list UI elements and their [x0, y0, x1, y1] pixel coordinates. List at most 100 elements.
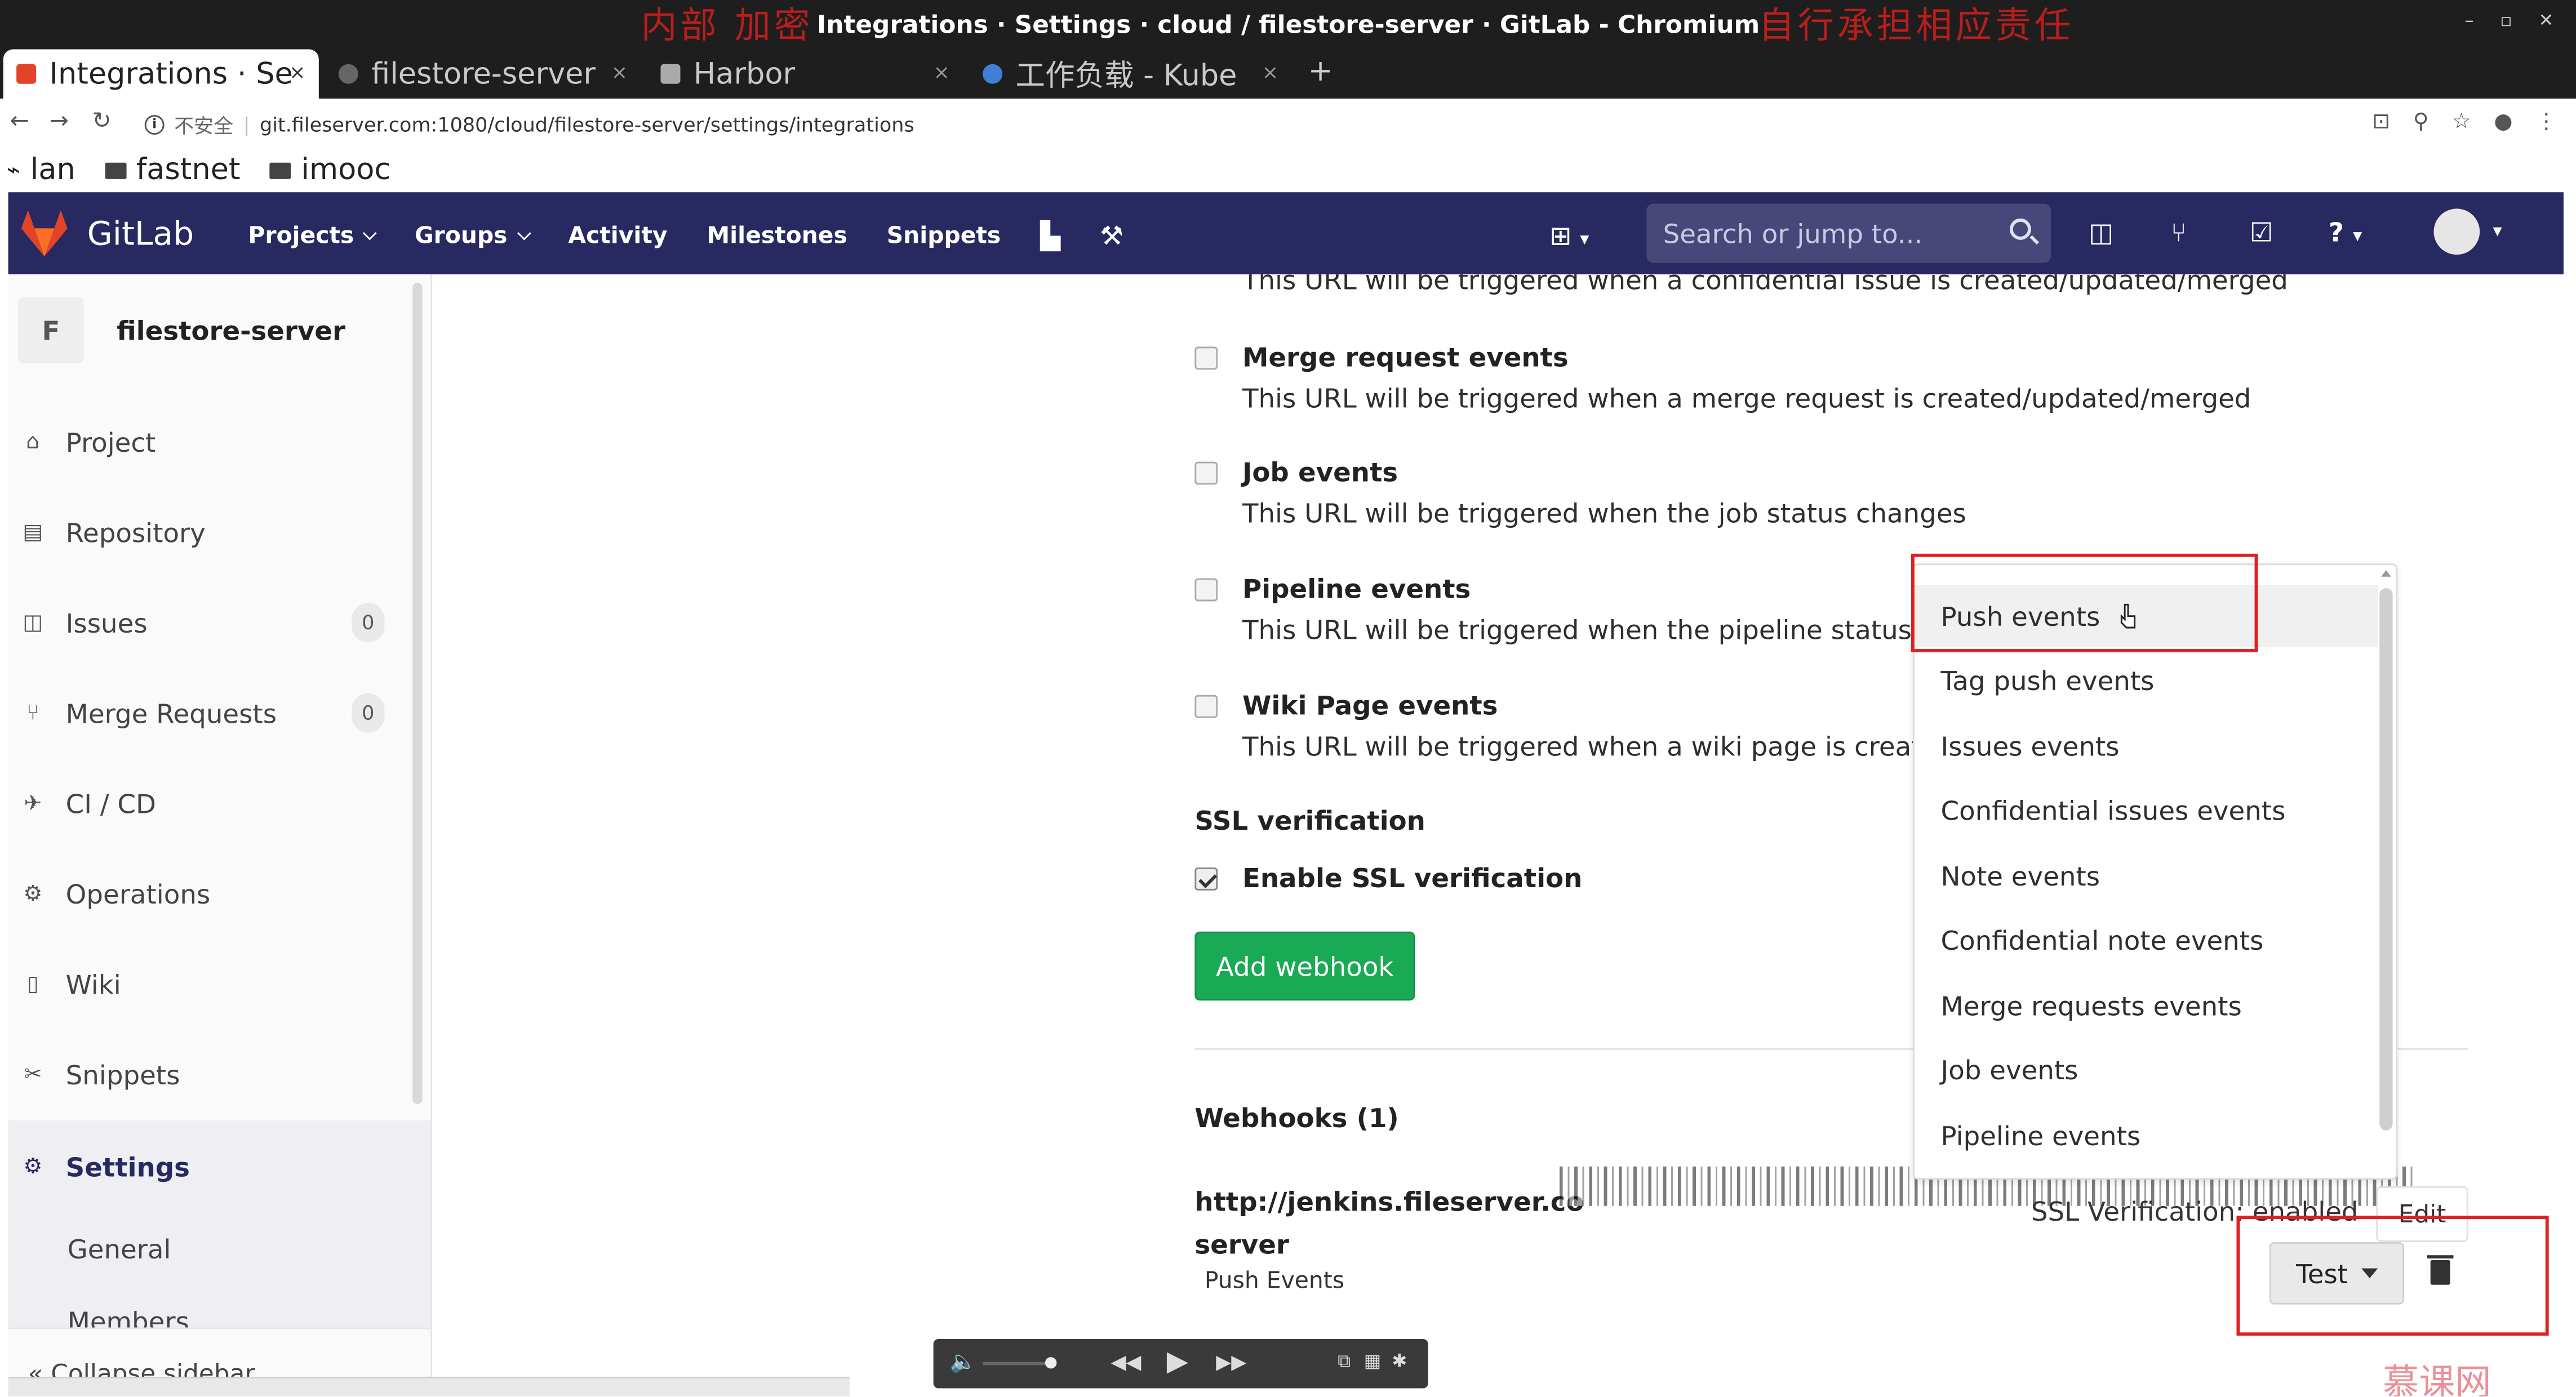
translate-icon[interactable]: ⊡ [2372, 110, 2390, 135]
add-webhook-button[interactable]: Add webhook [1194, 931, 1415, 1001]
close-tab-icon[interactable]: × [933, 61, 949, 84]
bookmark-imooc[interactable]: imooc [270, 153, 390, 187]
dropdown-item-confidential-note-events[interactable]: Confidential note events [1915, 909, 2378, 971]
event-checkbox[interactable] [1194, 461, 1218, 485]
search-input[interactable]: Search or jump to... [1646, 203, 2051, 263]
tab-harbor[interactable]: Harbor × [647, 49, 963, 98]
url-text[interactable]: git.fileserver.com:1080/cloud/filestore-… [260, 113, 914, 136]
tab-integrations[interactable]: Integrations · Se × [3, 49, 319, 99]
gitlab-brand[interactable]: GitLab [87, 213, 194, 253]
highlight-box-test [2236, 1216, 2549, 1336]
ssl-checkbox[interactable] [1194, 867, 1218, 891]
nav-groups[interactable]: Groups [415, 220, 531, 251]
help-dropdown[interactable]: ? ▾ [2329, 217, 2362, 248]
event-title[interactable]: Wiki Page events [1242, 690, 1498, 721]
volume-icon[interactable]: 🔈 [950, 1350, 976, 1375]
dropdown-item-job-events[interactable]: Job events [1915, 1038, 2378, 1101]
site-info-icon[interactable]: i [144, 115, 165, 135]
gitlab-header: GitLab Projects Groups Activity Mileston… [8, 192, 2564, 275]
bookmark-star-icon[interactable]: ☆ [2452, 110, 2471, 135]
event-title[interactable]: Merge request events [1242, 342, 1569, 373]
gitlab-favicon-icon [16, 64, 37, 84]
ssl-label[interactable]: Enable SSL verification [1242, 862, 1582, 893]
volume-knob[interactable] [1045, 1357, 1057, 1369]
dropdown-item-issues-events[interactable]: Issues events [1915, 715, 2378, 777]
sidebar-scrollbar[interactable] [412, 282, 423, 1104]
forward-icon[interactable]: → [49, 108, 68, 135]
pip-icon[interactable]: ⧉ [1338, 1350, 1351, 1373]
bookmark-fastnet[interactable]: fastnet [105, 153, 241, 187]
new-tab-button[interactable]: + [1308, 54, 1333, 88]
sidebar-item-label: Wiki [65, 968, 121, 1000]
nav-milestones[interactable]: Milestones [707, 220, 847, 251]
event-checkbox[interactable] [1194, 695, 1218, 718]
help-icon: ? [2328, 216, 2344, 248]
sidebar-item-issues[interactable]: ◫ Issues 0 [20, 603, 398, 643]
nav-activity[interactable]: Activity [568, 220, 667, 251]
tab-kubernetes[interactable]: 工作负载 - Kube × [970, 49, 1292, 98]
issues-icon[interactable]: ◫ [2089, 217, 2113, 248]
sidebar-item-wiki[interactable]: ▯ Wiki [20, 964, 398, 1004]
bookmark-lan[interactable]: ⌁ lan [7, 153, 75, 187]
doc-icon: ▤ [23, 520, 43, 545]
fast-forward-icon[interactable]: ▶▶ [1216, 1350, 1246, 1373]
plus-square-icon: ⊞ [1549, 220, 1572, 252]
zoom-icon[interactable]: ⚲ [2413, 110, 2429, 135]
nav-snippets[interactable]: Snippets [887, 220, 1001, 251]
scroll-up-arrow-icon[interactable] [2381, 570, 2391, 577]
sidebar-item-project[interactable]: ⌂ Project [20, 422, 398, 462]
tab-filestore-server[interactable]: filestore-server × [325, 49, 641, 98]
close-tab-icon[interactable]: × [611, 61, 628, 84]
close-tab-icon[interactable]: × [289, 61, 305, 84]
video-player-controls: 🔈 ◀◀ ▶ ▶▶ ⧉ ▦ ✱ [933, 1339, 1428, 1389]
sidebar-item-operations[interactable]: ⚙ Operations [20, 874, 398, 914]
dropdown-item-note-events[interactable]: Note events [1915, 844, 2378, 907]
dropdown-item-pipeline-events[interactable]: Pipeline events [1915, 1104, 2378, 1167]
sidebar-item-repository[interactable]: ▤ Repository [20, 513, 398, 552]
dropdown-item-tag-push-events[interactable]: Tag push events [1915, 649, 2378, 711]
address-bar[interactable]: i 不安全 | git.fileserver.com:1080/cloud/fi… [144, 107, 914, 143]
menu-icon[interactable]: ⋮ [2535, 110, 2557, 135]
sidebar-item-ci-cd[interactable]: ✈ CI / CD [20, 784, 398, 823]
merge-request-icon[interactable]: ⑂ [2171, 217, 2187, 248]
play-icon[interactable]: ▶ [1167, 1346, 1188, 1378]
nav-projects[interactable]: Projects [248, 220, 377, 251]
gitlab-logo-icon[interactable] [18, 208, 70, 257]
dropdown-item-confidential-issues-events[interactable]: Confidential issues events [1915, 778, 2378, 841]
rewind-icon[interactable]: ◀◀ [1111, 1350, 1142, 1373]
sidebar-item-snippets[interactable]: ✂ Snippets [20, 1055, 398, 1094]
event-title[interactable]: Pipeline events [1242, 573, 1471, 604]
back-icon[interactable]: ← [10, 108, 29, 135]
sidebar-subitem-general[interactable]: General [68, 1234, 171, 1265]
test-events-dropdown: Push events Tag push events Issues event… [1912, 563, 2398, 1180]
dropdown-item-merge-requests-events[interactable]: Merge requests events [1915, 975, 2378, 1037]
close-window-button[interactable]: ✕ [2539, 10, 2554, 31]
bookmarks-bar: ⌁ lan fastnet imooc [0, 148, 2576, 193]
chevron-down-icon[interactable]: ▾ [2493, 220, 2502, 242]
event-checkbox[interactable] [1194, 578, 1218, 602]
todo-icon[interactable]: ☑ [2250, 217, 2273, 248]
sidebar-item-label: CI / CD [65, 788, 156, 819]
reload-icon[interactable]: ↻ [92, 108, 111, 135]
profile-icon[interactable]: ● [2494, 110, 2512, 135]
user-avatar[interactable] [2433, 208, 2480, 255]
tab-strip: Integrations · Se × filestore-server × H… [0, 49, 2576, 99]
sidebar-project-header[interactable]: F filestore-server [18, 297, 345, 363]
wrench-icon[interactable]: ⚒ [1100, 220, 1123, 251]
chart-icon[interactable]: ▙ [1040, 220, 1060, 251]
player-settings-icon[interactable]: ✱ [1392, 1350, 1407, 1372]
close-tab-icon[interactable]: × [1262, 61, 1278, 84]
new-dropdown[interactable]: ⊞ ▾ [1549, 220, 1589, 251]
project-name: filestore-server [117, 314, 346, 346]
dropdown-scrollbar[interactable] [2379, 588, 2393, 1131]
toolbar-icons: ⊡ ⚲ ☆ ● ⋮ [2372, 110, 2557, 135]
minimize-button[interactable]: – [2464, 10, 2473, 31]
volume-slider[interactable] [983, 1362, 1049, 1365]
restore-button[interactable]: ▫ [2500, 10, 2512, 31]
playlist-icon[interactable]: ▦ [1364, 1350, 1381, 1372]
event-title[interactable]: Job events [1242, 457, 1398, 488]
bookmark-label: lan [30, 153, 75, 188]
sidebar-item-merge-requests[interactable]: ⑂ Merge Requests 0 [20, 693, 398, 733]
sidebar-item-settings[interactable]: ⚙ Settings [20, 1147, 398, 1186]
event-checkbox[interactable] [1194, 346, 1218, 370]
